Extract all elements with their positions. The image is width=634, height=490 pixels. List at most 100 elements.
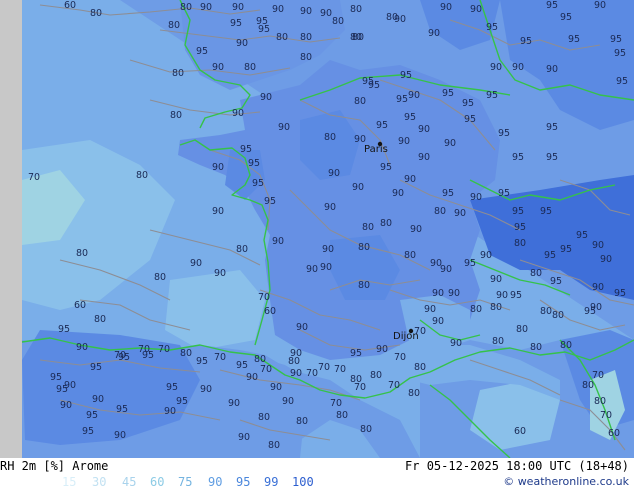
legend-item-99: 99 — [264, 475, 279, 489]
contour-label: 95 — [544, 250, 556, 261]
contour-label: 90 — [600, 254, 612, 265]
contour-label: 90 — [322, 244, 334, 255]
contour-label: 95 — [486, 90, 498, 101]
contour-label: 90 — [546, 64, 558, 75]
contour-label: 70 — [260, 364, 272, 375]
contour-label: 95 — [240, 144, 252, 155]
contour-label: 95 — [540, 206, 552, 217]
contour-label: 70 — [414, 326, 426, 337]
contour-label: 80 — [408, 388, 420, 399]
contour-label: 90 — [592, 282, 604, 293]
contour-label: 60 — [608, 428, 620, 439]
contour-label: 70 — [600, 410, 612, 421]
contour-label: 90 — [232, 2, 244, 13]
contour-label: 70 — [334, 364, 346, 375]
contour-label: 60 — [74, 300, 86, 311]
contour-label: 95 — [510, 290, 522, 301]
contour-label: 95 — [118, 352, 130, 363]
contour-label: 70 — [258, 292, 270, 303]
contour-label: 80 — [300, 32, 312, 43]
contour-label: 90 — [320, 262, 332, 273]
contour-label: 90 — [404, 174, 416, 185]
contour-label: 95 — [50, 372, 62, 383]
contour-label: 95 — [236, 360, 248, 371]
contour-label: 90 — [490, 274, 502, 285]
contour-label: 90 — [594, 0, 606, 11]
contour-label: 95 — [404, 112, 416, 123]
contour-label: 95 — [546, 152, 558, 163]
contour-label: 90 — [212, 62, 224, 73]
city-label: Paris — [364, 144, 388, 155]
contour-label: 90 — [410, 224, 422, 235]
contour-label: 80 — [362, 222, 374, 233]
contour-label: 80 — [530, 268, 542, 279]
contour-label: 90 — [428, 28, 440, 39]
contour-label: 80 — [530, 342, 542, 353]
contour-label: 90 — [324, 202, 336, 213]
legend-item-75: 75 — [178, 475, 193, 489]
contour-label: 70 — [394, 352, 406, 363]
contour-label: 90 — [290, 368, 302, 379]
contour-label: 90 — [190, 258, 202, 269]
contour-label: 95 — [142, 350, 154, 361]
contour-label: 90 — [320, 8, 332, 19]
contour-label: 95 — [248, 158, 260, 169]
contour-label: 60 — [514, 426, 526, 437]
credit-link[interactable]: © weatheronline.co.uk — [503, 475, 629, 488]
contour-label: 80 — [552, 310, 564, 321]
contour-label: 80 — [370, 370, 382, 381]
contour-label: 95 — [462, 98, 474, 109]
run-info: Fr 05-12-2025 18:00 UTC (18+48) — [405, 459, 629, 473]
contour-label: 95 — [82, 426, 94, 437]
contour-label: 80 — [492, 336, 504, 347]
contour-label: 95 — [400, 70, 412, 81]
contour-label: 90 — [512, 62, 524, 73]
rh-map: Paris Dijon 60 80 80 90 90 90 80 80 80 95 90 90 90 90… — [0, 0, 634, 458]
copyright-icon: © — [503, 475, 515, 488]
contour-label: 95 — [560, 12, 572, 23]
contour-label: 95 — [512, 206, 524, 217]
legend-title: RH 2m [%] Arome — [0, 459, 109, 473]
contour-label: 90 — [408, 90, 420, 101]
contour-label: 90 — [236, 38, 248, 49]
contour-label: 90 — [214, 268, 226, 279]
contour-label: 70 — [214, 352, 226, 363]
contour-label: 70 — [354, 382, 366, 393]
contour-label: 90 — [418, 152, 430, 163]
contour-label: 95 — [616, 76, 628, 87]
legend-item-90: 90 — [208, 475, 223, 489]
contour-label: 95 — [350, 348, 362, 359]
contour-label: 70 — [330, 398, 342, 409]
contour-label: 95 — [252, 178, 264, 189]
contour-label: 90 — [398, 136, 410, 147]
contour-label: 95 — [90, 362, 102, 373]
contour-label: 80 — [514, 238, 526, 249]
contour-label: 95 — [58, 324, 70, 335]
contour-label: 80 — [296, 416, 308, 427]
contour-label: 80 — [268, 440, 280, 451]
contour-label: 80 — [350, 32, 362, 43]
contour-label: 95 — [546, 0, 558, 11]
contour-label: 90 — [376, 344, 388, 355]
contour-label: 80 — [336, 410, 348, 421]
contour-label: 80 — [170, 110, 182, 121]
contour-label: 80 — [236, 244, 248, 255]
contour-label: 95 — [546, 122, 558, 133]
contour-label: 70 — [318, 362, 330, 373]
contour-label: 80 — [288, 356, 300, 367]
contour-label: 80 — [434, 206, 446, 217]
contour-label: 90 — [470, 192, 482, 203]
contour-label: 90 — [200, 2, 212, 13]
contour-label: 80 — [94, 314, 106, 325]
contour-label: 95 — [196, 356, 208, 367]
contour-label: 90 — [76, 342, 88, 353]
contour-label: 70 — [388, 380, 400, 391]
contour-label: 95 — [610, 34, 622, 45]
contour-label: 95 — [396, 94, 408, 105]
contour-label: 95 — [380, 162, 392, 173]
no-data-strip — [0, 0, 22, 458]
contour-label: 90 — [238, 432, 250, 443]
contour-label: 80 — [180, 348, 192, 359]
contour-label: 90 — [592, 240, 604, 251]
contour-label: 95 — [56, 384, 68, 395]
